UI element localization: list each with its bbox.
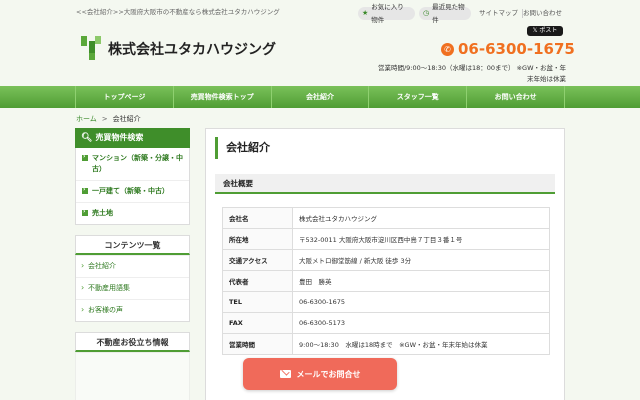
global-nav: トップページ 売買物件検索トップ 会社紹介 スタッフ一覧 お問い合わせ (0, 86, 640, 108)
search-icon: 🔍︎ (81, 133, 93, 143)
hours-line-1: 営業時間/9:00～18:30（水曜は18：00まで） ※GW・お盆・年 (377, 64, 566, 72)
breadcrumb-current: 会社紹介 (112, 115, 141, 123)
table-row: 営業時間 9:00～18:30 水曜は18時まで ※GW・お盆・年末年始は休業 (222, 333, 550, 355)
sidebar-contents-title: コンテンツ一覧 (75, 235, 190, 255)
row-value: 株式会社ユタカハウジング (292, 207, 550, 229)
company-name[interactable]: 株式会社ユタカハウジング (108, 39, 276, 59)
recent-button[interactable]: ◷ 最近見た物件 (419, 3, 471, 24)
table-row: 交通アクセス 大阪メトロ御堂筋線 / 新大阪 徒歩 3分 (222, 249, 550, 271)
row-key: 代表者 (222, 270, 293, 292)
row-key: FAX (222, 312, 293, 334)
sidebar-item-mansion[interactable]: マンション（新築・分譲・中古） (76, 148, 189, 180)
recent-label: 最近見た物件 (432, 2, 465, 24)
table-row: 所在地 〒532-0011 大阪府大阪市淀川区西中島７丁目３番１号 (222, 228, 550, 250)
row-key: 会社名 (222, 207, 293, 229)
company-logo-icon (81, 36, 101, 60)
row-value: 大阪メトロ御堂筋線 / 新大阪 徒歩 3分 (292, 249, 550, 271)
sidebar-info-title: 不動産お役立ち情報 (75, 332, 190, 352)
star-icon: ★ (362, 9, 369, 17)
page-title: 会社紹介 (215, 137, 555, 159)
x-icon: 𝕏 (532, 27, 538, 34)
breadcrumb-separator: > (101, 115, 108, 123)
section-heading: 会社概要 (215, 174, 555, 194)
contact-link[interactable]: お問い合わせ (523, 7, 562, 20)
row-value: 〒532-0011 大阪府大阪市淀川区西中島７丁目３番１号 (292, 228, 550, 250)
row-key: TEL (222, 291, 293, 313)
row-value: 06-6300-1675 (292, 291, 550, 313)
favorites-label: お気に入り物件 (371, 2, 404, 24)
phone-text: 06-6300-1675 (458, 40, 575, 58)
table-row: 代表者 豊田 勝英 (222, 270, 550, 292)
phone-number[interactable]: ✆ 06-6300-1675 (441, 40, 575, 58)
breadcrumb-home[interactable]: ホーム (76, 115, 97, 123)
clock-icon: ◷ (423, 9, 430, 17)
sidebar-item-company[interactable]: 会社紹介 (76, 255, 189, 277)
hours-line-2: 末年始は休業 (527, 75, 566, 83)
row-key: 交通アクセス (222, 249, 293, 271)
sidebar-info-list (75, 352, 190, 400)
sitemap-link[interactable]: サイトマップ (479, 7, 523, 20)
row-value: 06-6300-5173 (292, 312, 550, 334)
sidebar-search-list: マンション（新築・分譲・中古） 一戸建て（新築・中古） 売土地 (75, 148, 190, 225)
table-row: TEL 06-6300-1675 (222, 291, 550, 313)
sidebar-search-heading: 🔍︎ 売買物件検索 (75, 128, 190, 148)
mail-icon (279, 370, 291, 378)
post-label: ポスト (539, 27, 558, 34)
sidebar-search-title: 売買物件検索 (95, 133, 144, 142)
sidebar-item-glossary[interactable]: 不動産用語集 (76, 277, 189, 299)
breadcrumb: ホーム > 会社紹介 (76, 114, 141, 124)
nav-item-company[interactable]: 会社紹介 (272, 86, 370, 108)
header-tagline: <<会社紹介>>大阪府大阪市の不動産なら株式会社ユタカハウジング (76, 8, 280, 16)
top-bar: <<会社紹介>>大阪府大阪市の不動産なら株式会社ユタカハウジング ★ お気に入り… (0, 0, 640, 28)
favorites-button[interactable]: ★ お気に入り物件 (358, 3, 415, 24)
mail-button-label: メールでお問合せ (296, 369, 361, 379)
nav-item-staff[interactable]: スタッフ一覧 (369, 86, 468, 108)
row-key: 営業時間 (222, 333, 293, 355)
row-key: 所在地 (222, 228, 293, 250)
phone-icon: ✆ (441, 42, 454, 56)
business-hours: 営業時間/9:00～18:30（水曜は18：00まで） ※GW・お盆・年 末年始… (366, 63, 566, 85)
row-value: 豊田 勝英 (292, 270, 550, 292)
sidebar-contents-list: 会社紹介 不動産用語集 お客様の声 (75, 255, 190, 322)
sidebar-item-land[interactable]: 売土地 (76, 202, 189, 224)
row-value: 9:00～18:30 水曜は18時まで ※GW・お盆・年末年始は休業 (292, 333, 550, 355)
sidebar-item-voice[interactable]: お客様の声 (76, 299, 189, 321)
company-info-table: 会社名 株式会社ユタカハウジング 所在地 〒532-0011 大阪府大阪市淀川区西中… (222, 207, 550, 355)
x-post-button[interactable]: 𝕏 ポスト (527, 26, 563, 36)
nav-item-top[interactable]: トップページ (76, 86, 174, 108)
nav-item-search[interactable]: 売買物件検索トップ (174, 86, 272, 108)
sidebar-item-house[interactable]: 一戸建て（新築・中古） (76, 180, 189, 202)
mail-contact-button[interactable]: メールでお問合せ (243, 358, 397, 390)
nav-item-contact[interactable]: お問い合わせ (467, 86, 565, 108)
sidebar: 🔍︎ 売買物件検索 マンション（新築・分譲・中古） 一戸建て（新築・中古） 売土… (75, 128, 190, 400)
table-row: FAX 06-6300-5173 (222, 312, 550, 334)
table-row: 会社名 株式会社ユタカハウジング (222, 207, 550, 229)
